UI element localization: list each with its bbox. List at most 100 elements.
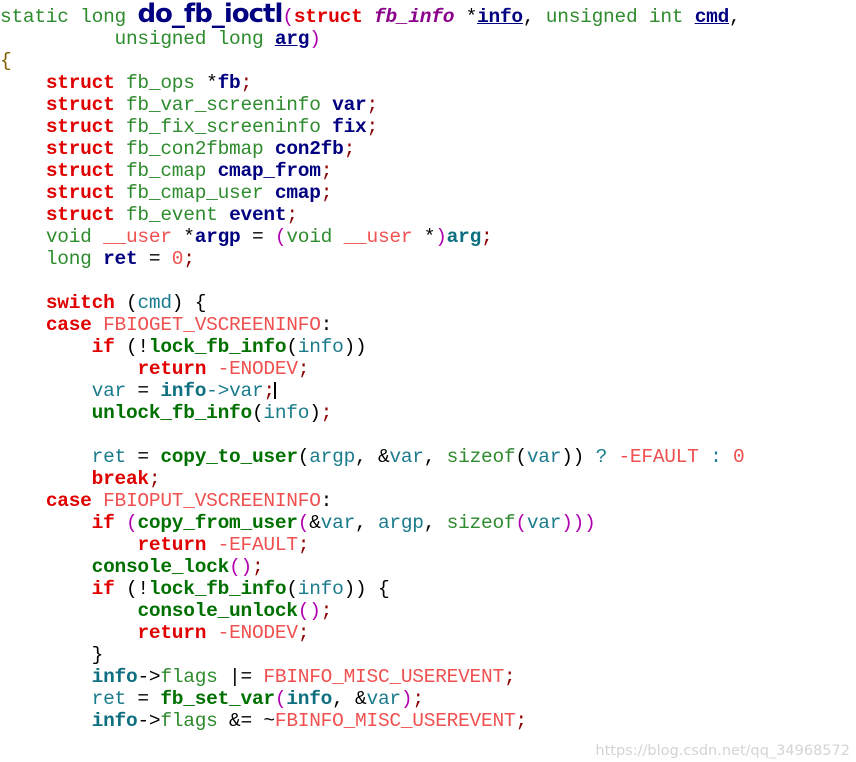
code-token: -> [137,666,161,688]
code-line: struct fb_var_screeninfo var; [0,94,856,116]
code-token: ( [286,336,298,358]
code-token: ))) [561,512,596,534]
code-token: flags [160,710,218,732]
code-token: ) [400,688,413,710]
code-token: 0 [171,248,184,270]
code-token: struct [45,138,115,160]
code-token: , [423,512,447,534]
code-token: var [526,512,562,534]
code-token: struct [45,204,115,226]
code-token: return [137,622,207,644]
code-token: , [355,512,378,534]
code-token: } [0,644,104,666]
code-line: break; [0,468,856,490]
code-token: switch [45,292,115,314]
code-token: = [125,446,161,468]
code-token: * [194,72,218,94]
code-token: ( [251,402,264,424]
code-token: struct [45,72,115,94]
code-token: ; [320,402,333,424]
code-token: var [229,380,264,402]
code-line: return -ENODEV; [0,622,856,644]
code-token: info [297,336,344,358]
code-token: argp [377,512,424,534]
code-token: var [389,446,424,468]
code-token: var [332,94,367,116]
code-line: if (!lock_fb_info(info)) { [0,578,856,600]
code-line: void __user *argp = (void __user *)arg; [0,226,856,248]
code-token: ; [286,204,298,226]
code-token: var [526,446,562,468]
code-token: , & [355,446,390,468]
code-token: ; [481,226,493,248]
code-token: : [710,446,722,468]
code-token: ; [320,600,333,622]
code-token: info [286,688,333,710]
code-token: argp [194,226,241,248]
code-token: struct [45,116,115,138]
code-token: event [229,204,287,226]
code-line: ret = fb_set_var(info, &var); [0,688,856,710]
code-token: EFAULT [629,446,699,468]
code-token: fb_event [125,204,218,226]
code-token: ; [320,182,333,204]
code-token: ) [309,28,321,50]
code-token: fb [217,72,241,94]
code-token: - [206,358,230,380]
code-token: ( [297,446,310,468]
code-token: if [91,512,115,534]
code-line: info->flags &= ~FBINFO_MISC_USEREVENT; [0,710,856,732]
code-token: ( [286,578,298,600]
code-token: - [206,534,230,556]
code-token: cmd [137,292,172,314]
code-token: case [45,314,92,336]
code-line: unsigned long arg) [0,28,856,50]
code-token: FBIOPUT_VSCREENINFO [103,490,321,512]
code-token: ; [251,556,264,578]
code-line: console_lock(); [0,556,856,578]
code-line: info->flags |= FBINFO_MISC_USEREVENT; [0,666,856,688]
code-token: arg [446,226,482,248]
code-token: (! [114,336,149,358]
code-token: ret [91,446,127,468]
code-line: struct fb_event event; [0,204,856,226]
code-body[interactable]: static long do_fb_ioctl(struct fb_info *… [0,0,856,732]
code-token: unlock_fb_info [91,402,253,424]
code-token: FBINFO_MISC_USEREVENT [263,666,504,688]
code-token: ; [343,138,356,160]
code-token: if [91,578,115,600]
code-token: () [297,600,321,622]
code-token: -> [206,380,230,402]
code-line: case FBIOPUT_VSCREENINFO: [0,490,856,512]
code-token: void [286,226,333,248]
code-token: sizeof [446,446,516,468]
code-token: lock_fb_info [148,578,287,600]
code-token: ; [366,116,378,138]
code-token: unsigned int [545,6,684,28]
code-token: case [45,490,92,512]
code-token: FBINFO_MISC_USEREVENT [274,710,516,732]
code-token: info [263,402,310,424]
code-token: )) { [343,578,390,600]
